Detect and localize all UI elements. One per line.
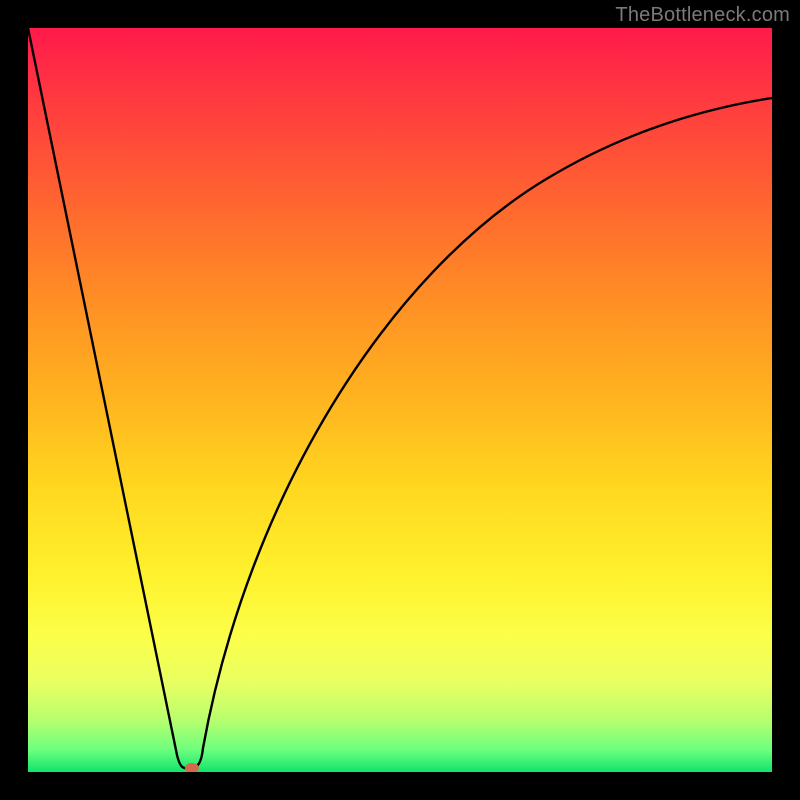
bottleneck-curve	[28, 28, 772, 772]
watermark-text: TheBottleneck.com	[615, 4, 790, 27]
plot-area	[28, 28, 772, 772]
curve-path	[28, 28, 772, 768]
marker-dot	[185, 763, 199, 772]
chart-frame: TheBottleneck.com	[0, 0, 800, 800]
